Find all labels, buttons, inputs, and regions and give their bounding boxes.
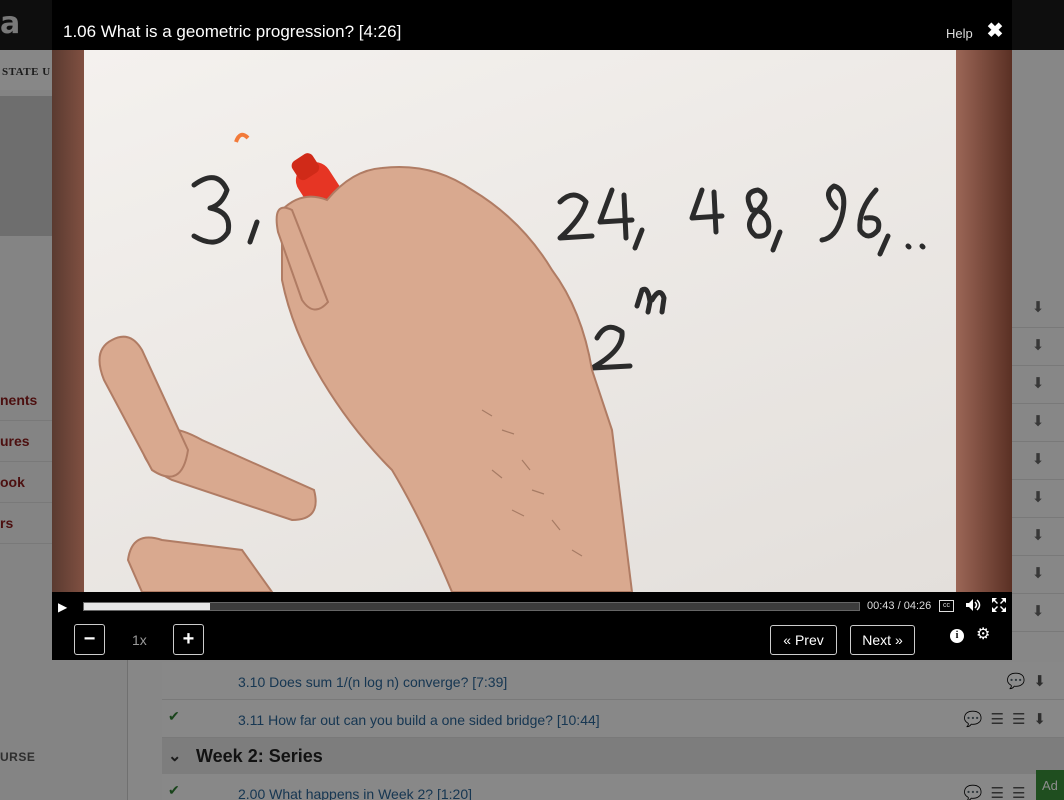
- close-icon[interactable]: ✖: [986, 20, 1004, 42]
- video-modal: 1.06 What is a geometric progression? [4…: [52, 0, 1012, 660]
- duration: 04:26: [903, 600, 932, 612]
- playback-speed: 1x: [132, 632, 147, 648]
- progress-bar[interactable]: [83, 602, 860, 611]
- info-icon[interactable]: i: [950, 629, 964, 643]
- speed-increase-button[interactable]: +: [173, 624, 204, 655]
- video-frame[interactable]: PRANG: [52, 50, 1012, 592]
- closed-captions-icon[interactable]: cc: [939, 600, 954, 612]
- player-controls: ▶ 00:43 / 04:26 cc − 1x + « Prev Next » …: [52, 592, 1012, 660]
- progress-fill: [84, 603, 211, 610]
- current-time: 00:43: [867, 600, 895, 612]
- volume-icon[interactable]: [965, 597, 981, 613]
- fullscreen-icon[interactable]: [991, 597, 1007, 613]
- time-display: 00:43 / 04:26: [867, 600, 931, 612]
- modal-title: 1.06 What is a geometric progression? [4…: [63, 22, 402, 41]
- prev-button[interactable]: « Prev: [770, 625, 837, 655]
- gear-icon[interactable]: ⚙: [976, 626, 992, 644]
- modal-header: 1.06 What is a geometric progression? [4…: [52, 0, 1012, 50]
- fullscreen-icon-graphic: [992, 598, 1006, 612]
- speed-decrease-button[interactable]: −: [74, 624, 105, 655]
- time-separator: /: [894, 600, 904, 612]
- video-still-image: PRANG: [98, 132, 926, 592]
- play-icon[interactable]: ▶: [58, 599, 74, 615]
- next-button[interactable]: Next »: [850, 625, 915, 655]
- help-link[interactable]: Help: [946, 26, 973, 41]
- volume-icon-graphic: [966, 599, 981, 611]
